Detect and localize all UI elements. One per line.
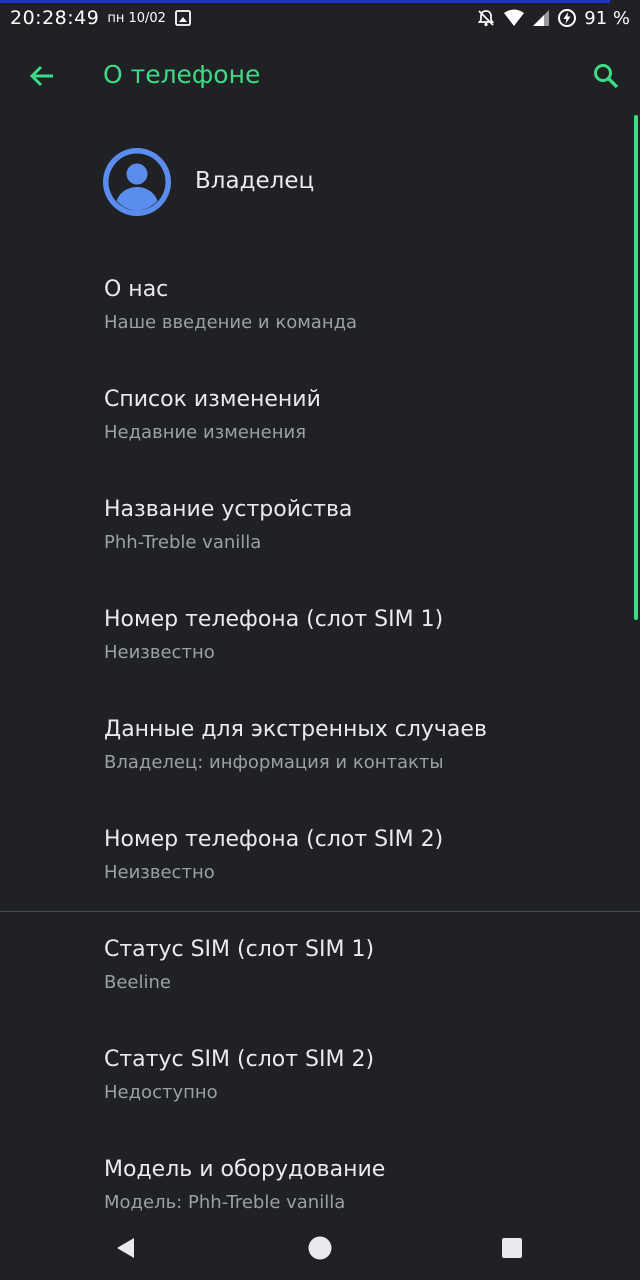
- list-item-title: Статус SIM (слот SIM 2): [104, 1047, 375, 1072]
- list-item-subtitle: Наше введение и команда: [104, 312, 358, 333]
- search-icon: [594, 64, 619, 89]
- list-item-title: Статус SIM (слот SIM 1): [104, 937, 375, 962]
- nav-recents-button[interactable]: [492, 1228, 532, 1268]
- settings-list: О нас Наше введение и команда Список изм…: [0, 250, 630, 1240]
- notifications-off-icon: [476, 8, 496, 28]
- list-item-sim-status-sim1[interactable]: Статус SIM (слот SIM 1) Beeline: [0, 910, 630, 1020]
- list-item-device-name[interactable]: Название устройства Phh-Treble vanilla: [0, 470, 630, 580]
- list-item-title: Номер телефона (слот SIM 2): [104, 827, 444, 852]
- list-item-subtitle: Модель: Phh-Treble vanilla: [104, 1192, 346, 1213]
- list-item-subtitle: Phh-Treble vanilla: [104, 532, 262, 553]
- list-item-title: Название устройства: [104, 497, 353, 522]
- list-item-subtitle: Недоступно: [104, 1082, 218, 1103]
- section-divider: [0, 911, 640, 912]
- list-item-emergency-info[interactable]: Данные для экстренных случаев Владелец: …: [0, 690, 630, 800]
- list-item-subtitle: Недавние изменения: [104, 422, 307, 443]
- scroll-indicator[interactable]: [634, 115, 638, 620]
- status-time: 20:28:49: [10, 7, 100, 29]
- screenshot-notification-icon: [174, 9, 192, 27]
- list-item-subtitle: Владелец: информация и контакты: [104, 752, 444, 773]
- nav-home-icon: [308, 1236, 332, 1260]
- list-item-title: Модель и оборудование: [104, 1157, 386, 1182]
- list-item-title: Номер телефона (слот SIM 1): [104, 607, 444, 632]
- list-item-title: О нас: [104, 277, 169, 302]
- status-left: 20:28:49 пн 10/02: [10, 7, 192, 29]
- nav-back-icon: [117, 1238, 134, 1258]
- owner-row[interactable]: Владелец: [0, 130, 630, 234]
- account-circle-icon: [103, 148, 171, 216]
- nav-recents-icon: [502, 1238, 522, 1258]
- page-title: О телефоне: [103, 60, 261, 89]
- list-item-subtitle: Неизвестно: [104, 642, 215, 663]
- wifi-icon: [503, 9, 525, 27]
- app-bar: О телефоне: [0, 40, 640, 112]
- status-date: пн 10/02: [107, 10, 166, 26]
- navigation-bar: [0, 1214, 640, 1280]
- battery-percent: 91 %: [584, 7, 630, 29]
- list-item-subtitle: Beeline: [104, 972, 171, 993]
- arrow-back-icon: [29, 65, 53, 87]
- status-right: 91 %: [476, 8, 630, 29]
- signal-icon: [532, 9, 550, 27]
- back-button[interactable]: [22, 56, 62, 96]
- status-bar: 20:28:49 пн 10/02 91 %: [0, 3, 640, 33]
- list-item-subtitle: Неизвестно: [104, 862, 215, 883]
- list-item-about-us[interactable]: О нас Наше введение и команда: [0, 250, 630, 360]
- list-item-sim-status-sim2[interactable]: Статус SIM (слот SIM 2) Недоступно: [0, 1020, 630, 1130]
- list-item-phone-number-sim1[interactable]: Номер телефона (слот SIM 1) Неизвестно: [0, 580, 630, 690]
- list-item-changelog[interactable]: Список изменений Недавние изменения: [0, 360, 630, 470]
- search-button[interactable]: [584, 54, 628, 98]
- list-item-phone-number-sim2[interactable]: Номер телефона (слот SIM 2) Неизвестно: [0, 800, 630, 910]
- nav-home-button[interactable]: [300, 1228, 340, 1268]
- nav-back-button[interactable]: [106, 1228, 146, 1268]
- owner-name: Владелец: [195, 168, 315, 194]
- list-item-title: Список изменений: [104, 387, 321, 412]
- list-item-title: Данные для экстренных случаев: [104, 717, 487, 742]
- battery-saver-icon: [557, 8, 577, 28]
